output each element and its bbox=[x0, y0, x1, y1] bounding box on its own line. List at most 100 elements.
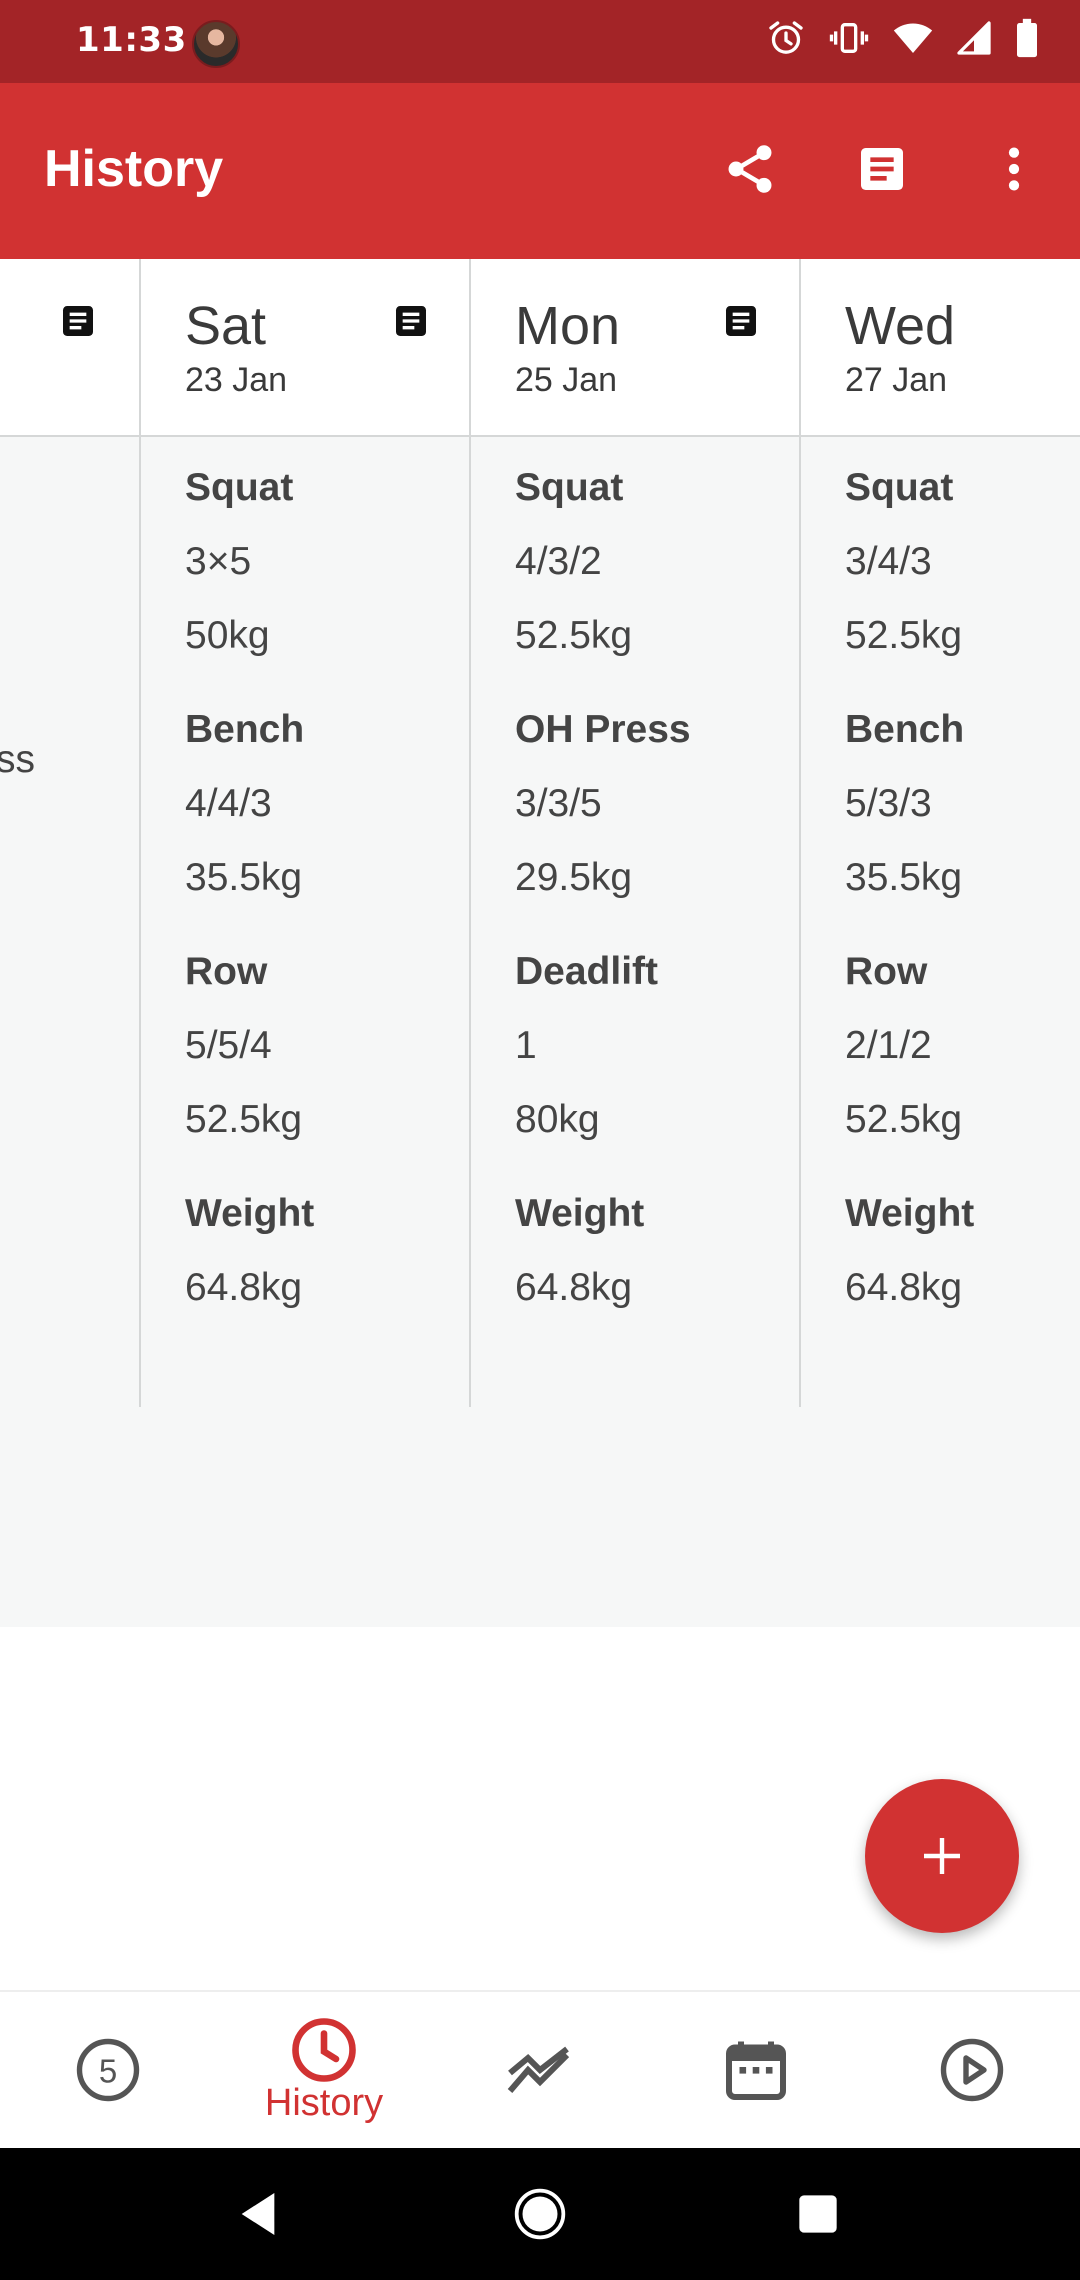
bodyweight-label: Weight bbox=[185, 1192, 315, 1235]
workout-column[interactable]: Mon 25 Jan Squat 4/3/2 52.5kg OH Press 3… bbox=[469, 259, 799, 1407]
exercise-entry[interactable]: Squat 3/4/3 52.5kg bbox=[845, 451, 1080, 673]
bodyweight-label: Weight bbox=[845, 1192, 975, 1235]
exercise-name: Squat bbox=[515, 466, 624, 509]
share-button[interactable] bbox=[718, 137, 782, 201]
recents-icon bbox=[799, 2195, 837, 2233]
workout-column[interactable]: Sat 23 Jan Squat 3×5 50kg Bench 4/4/3 35… bbox=[139, 259, 469, 1407]
note-icon bbox=[396, 306, 426, 336]
bodyweight-value: 64.8kg bbox=[185, 1266, 303, 1309]
exercise-weight: 52.5kg bbox=[845, 1098, 963, 1141]
system-recents-button[interactable] bbox=[790, 2186, 846, 2242]
history-table[interactable]: ss t Sat 23 Jan Squat 3×5 50kg Bench 4/4… bbox=[0, 259, 1080, 1627]
exercise-entry[interactable]: Squat 4/3/2 52.5kg bbox=[515, 451, 795, 673]
exercise-entry[interactable]: Bench 5/3/3 35.5kg bbox=[845, 693, 1080, 915]
clock-icon bbox=[292, 2018, 356, 2082]
exercise-sets: 1 bbox=[515, 1024, 537, 1067]
exercise-weight: 35.5kg bbox=[845, 856, 963, 899]
system-navigation-bar bbox=[0, 2148, 1080, 2280]
overflow-menu-button[interactable] bbox=[982, 137, 1046, 201]
exercise-sets: 3×5 bbox=[185, 540, 252, 583]
page-title: History bbox=[44, 140, 224, 198]
exercise-weight: 52.5kg bbox=[185, 1098, 303, 1141]
workout-note-button[interactable] bbox=[391, 301, 431, 341]
exercise-entry[interactable]: Bench 4/4/3 35.5kg bbox=[185, 693, 465, 915]
nav-item-program[interactable]: 5 bbox=[0, 1992, 216, 2150]
bodyweight-entry[interactable]: Weight 64.8kg bbox=[845, 1177, 1080, 1325]
nav-label-history: History bbox=[264, 2082, 384, 2124]
exercise-name: Row bbox=[845, 950, 928, 993]
exercise-name: Row bbox=[185, 950, 268, 993]
vibrate-icon bbox=[829, 23, 869, 53]
workout-column[interactable]: Wed 27 Jan Squat 3/4/3 52.5kg Bench 5/3/… bbox=[799, 259, 1080, 1407]
exercise-weight: 29.5kg bbox=[515, 856, 633, 899]
note-icon bbox=[726, 306, 756, 336]
five-glyph: 5 bbox=[99, 2053, 117, 2090]
signal-icon bbox=[957, 21, 991, 55]
exercise-entry[interactable]: Deadlift 1 80kg bbox=[515, 935, 795, 1157]
exercise-entry[interactable]: OH Press 3/3/5 29.5kg bbox=[515, 693, 795, 915]
exercise-weight: 35.5kg bbox=[185, 856, 303, 899]
workout-day: Sat bbox=[185, 296, 267, 356]
partial-exercise-name: ss bbox=[0, 738, 35, 781]
nav-item-calendar[interactable] bbox=[648, 1992, 864, 2150]
notes-button[interactable] bbox=[850, 137, 914, 201]
exercise-sets: 5/5/4 bbox=[185, 1024, 272, 1067]
note-icon bbox=[861, 148, 903, 190]
exercise-weight: 50kg bbox=[185, 614, 270, 657]
exercise-list: Squat 3/4/3 52.5kg Bench 5/3/3 35.5kg Ro… bbox=[845, 466, 1080, 1363]
exercise-sets: 5/3/3 bbox=[845, 782, 932, 825]
exercise-weight: 80kg bbox=[515, 1098, 600, 1141]
exercise-name: Bench bbox=[845, 708, 965, 751]
exercise-weight: 52.5kg bbox=[515, 614, 633, 657]
nav-item-workout[interactable] bbox=[864, 1992, 1080, 2150]
back-icon bbox=[241, 2193, 275, 2235]
exercise-entry[interactable]: Row 2/1/2 52.5kg bbox=[845, 935, 1080, 1157]
nav-item-history[interactable]: History bbox=[216, 1992, 432, 2150]
exercise-name: Squat bbox=[845, 466, 954, 509]
exercise-sets: 2/1/2 bbox=[845, 1024, 932, 1067]
workout-column-header: Sat 23 Jan bbox=[141, 259, 469, 435]
status-bar: 11:33 bbox=[0, 0, 1080, 83]
plus-icon bbox=[924, 1838, 960, 1874]
workout-date: 27 Jan bbox=[845, 361, 948, 399]
share-icon bbox=[728, 145, 772, 193]
battery-icon bbox=[1017, 18, 1037, 58]
bodyweight-value: 64.8kg bbox=[515, 1266, 633, 1309]
system-back-button[interactable] bbox=[230, 2186, 286, 2242]
bodyweight-label: Weight bbox=[515, 1192, 645, 1235]
exercise-sets: 3/3/5 bbox=[515, 782, 602, 825]
bodyweight-entry[interactable]: Weight 64.8kg bbox=[185, 1177, 465, 1325]
alarm-icon bbox=[769, 21, 803, 54]
trend-icon bbox=[507, 2046, 570, 2093]
wifi-icon bbox=[893, 23, 933, 53]
workout-note-button[interactable] bbox=[721, 301, 761, 341]
exercise-name: Bench bbox=[185, 708, 305, 751]
workout-date: 25 Jan bbox=[515, 361, 618, 399]
workout-note-button[interactable] bbox=[58, 301, 98, 341]
exercise-list: Squat 4/3/2 52.5kg OH Press 3/3/5 29.5kg… bbox=[515, 466, 795, 1363]
play-circle-icon bbox=[940, 2038, 1004, 2102]
exercise-name: Deadlift bbox=[515, 950, 659, 993]
app-bar: History bbox=[0, 83, 1080, 259]
add-workout-button[interactable] bbox=[865, 1779, 1019, 1933]
status-icons bbox=[766, 18, 1040, 58]
exercise-entry[interactable]: Row 5/5/4 52.5kg bbox=[185, 935, 465, 1157]
nav-item-graphs[interactable] bbox=[432, 1992, 648, 2150]
exercise-name: Squat bbox=[185, 466, 294, 509]
exercise-sets: 4/3/2 bbox=[515, 540, 602, 583]
exercise-weight: 52.5kg bbox=[845, 614, 963, 657]
more-vert-icon bbox=[1008, 147, 1020, 191]
exercise-entry[interactable]: Squat 3×5 50kg bbox=[185, 451, 465, 673]
exercise-name: OH Press bbox=[515, 708, 691, 751]
bodyweight-value: 64.8kg bbox=[845, 1266, 963, 1309]
calendar-icon bbox=[726, 2041, 786, 2100]
system-home-button[interactable] bbox=[512, 2186, 568, 2242]
workout-date: 23 Jan bbox=[185, 361, 288, 399]
exercise-list: Squat 3×5 50kg Bench 4/4/3 35.5kg Row 5/… bbox=[185, 466, 465, 1363]
bodyweight-entry[interactable]: Weight 64.8kg bbox=[515, 1177, 795, 1325]
five-circle-icon: 5 bbox=[76, 2038, 140, 2102]
exercise-sets: 4/4/3 bbox=[185, 782, 272, 825]
workout-day: Mon bbox=[515, 296, 621, 356]
status-time: 11:33 bbox=[76, 20, 187, 60]
workout-column-header: Wed 27 Jan bbox=[801, 259, 1080, 435]
